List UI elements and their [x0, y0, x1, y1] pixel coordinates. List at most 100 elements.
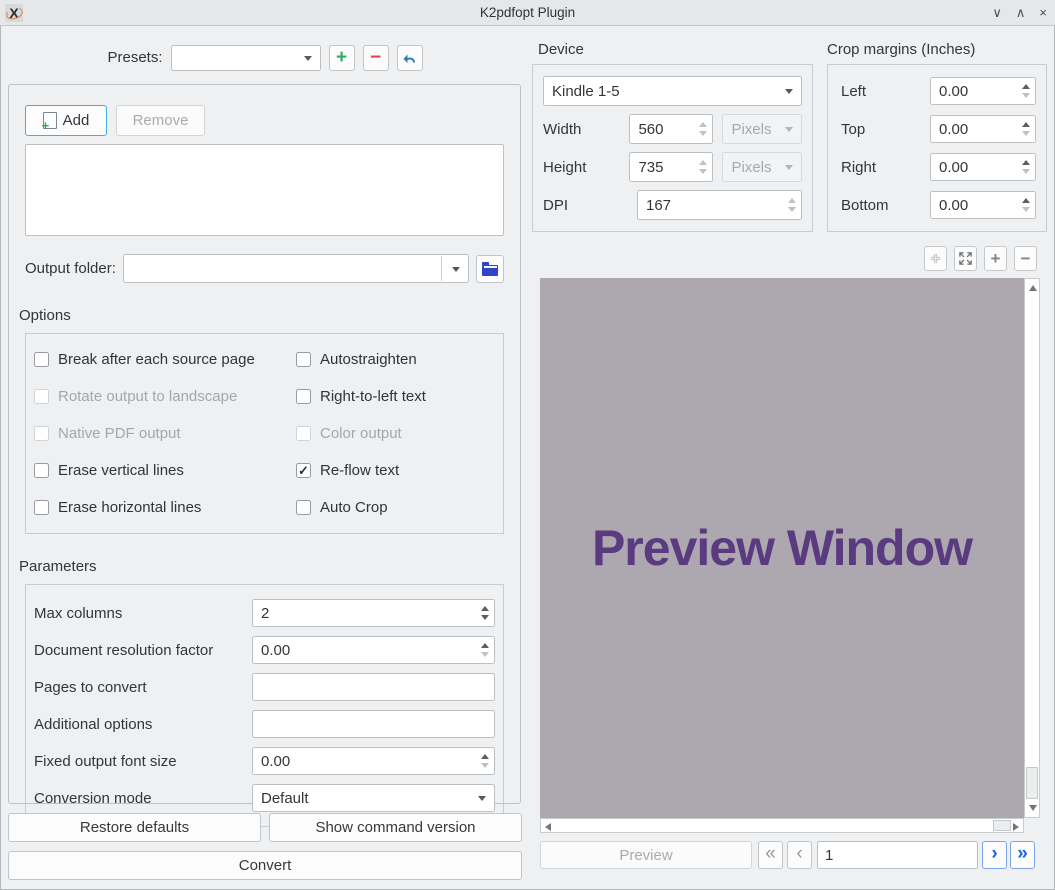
additional-options-input[interactable] — [252, 710, 495, 738]
presets-combobox[interactable] — [170, 44, 321, 71]
crop-bottom-spinbox[interactable] — [930, 191, 1036, 219]
minimize-icon[interactable]: ∨ — [992, 6, 1002, 19]
checkbox-icon[interactable] — [296, 389, 311, 404]
device-model-combobox[interactable]: Kindle 1-5 — [543, 76, 802, 106]
checkbox-autostraighten[interactable]: Autostraighten — [296, 351, 497, 368]
page-number-input[interactable] — [817, 841, 978, 869]
checkbox-right-to-left-text[interactable]: Right-to-left text — [296, 388, 497, 405]
spinner-arrows[interactable] — [1016, 154, 1035, 180]
preview-placeholder-text: Preview Window — [591, 520, 973, 576]
device-model-value: Kindle 1-5 — [552, 82, 620, 100]
next-page-button[interactable]: › — [982, 841, 1007, 869]
spinner-arrows[interactable] — [1016, 78, 1035, 104]
options-group: Break after each source page Autostraigh… — [25, 333, 504, 534]
checkbox-break-after-each-source-page[interactable]: Break after each source page — [34, 351, 296, 368]
preview-horizontal-scrollbar[interactable] — [540, 818, 1024, 833]
checkbox-checked-icon[interactable]: ✓ — [296, 463, 311, 478]
additional-options-label: Additional options — [34, 715, 153, 733]
preset-remove-button[interactable]: − — [362, 44, 389, 71]
checkbox-reflow-text[interactable]: ✓ Re-flow text — [296, 462, 497, 479]
scroll-left-icon[interactable] — [545, 823, 551, 831]
spinner-arrows[interactable] — [475, 748, 494, 774]
pages-to-convert-label: Pages to convert — [34, 678, 147, 696]
restore-defaults-button[interactable]: Restore defaults — [8, 813, 261, 842]
checkbox-icon[interactable] — [296, 352, 311, 367]
add-file-button[interactable]: + Add — [25, 105, 107, 136]
zoom-in-button[interactable]: + — [984, 246, 1007, 271]
undo-icon — [403, 54, 415, 63]
device-height-unit-combobox: Pixels — [722, 152, 802, 182]
checkbox-native-pdf-output: Native PDF output — [34, 425, 296, 442]
device-width-label: Width — [543, 120, 582, 138]
maximize-icon[interactable]: ∧ — [1016, 6, 1026, 19]
preview-vertical-scrollbar[interactable] — [1024, 278, 1040, 818]
checkbox-icon[interactable] — [34, 500, 49, 515]
options-title: Options — [19, 307, 71, 324]
spinner-arrows[interactable] — [1016, 192, 1035, 218]
spinner-arrows[interactable] — [1016, 116, 1035, 142]
fit-to-width-button[interactable] — [954, 246, 977, 271]
minus-icon: − — [1020, 248, 1031, 268]
vertical-scrollbar-thumb[interactable] — [1026, 767, 1038, 799]
close-icon[interactable]: × — [1039, 6, 1047, 19]
chevron-left-icon: ‹ — [796, 842, 803, 864]
spinner-arrows[interactable] — [693, 153, 712, 181]
device-dpi-spinbox[interactable] — [637, 190, 802, 220]
fixed-output-font-size-label: Fixed output font size — [34, 752, 177, 770]
preset-undo-button[interactable] — [396, 44, 423, 71]
preset-add-button[interactable]: + — [328, 44, 355, 71]
device-height-spinbox[interactable] — [629, 152, 714, 182]
crop-right-spinbox[interactable] — [930, 153, 1036, 181]
zoom-out-button[interactable]: − — [1014, 246, 1037, 271]
conversion-mode-value: Default — [261, 789, 309, 807]
parameters-title: Parameters — [19, 558, 97, 575]
checkbox-icon[interactable] — [34, 352, 49, 367]
device-dpi-input[interactable] — [638, 196, 801, 214]
spinner-arrows[interactable] — [693, 115, 712, 143]
presets-label: Presets: — [107, 49, 163, 66]
spinner-arrows[interactable] — [475, 637, 494, 663]
max-columns-spinbox[interactable] — [252, 599, 495, 627]
document-resolution-factor-spinbox[interactable] — [252, 636, 495, 664]
double-chevron-right-icon: » — [1017, 842, 1028, 864]
crop-top-label: Top — [841, 120, 866, 138]
device-width-unit-combobox: Pixels — [722, 114, 802, 144]
browse-folder-button[interactable] — [476, 254, 504, 283]
show-command-version-button[interactable]: Show command version — [269, 813, 522, 842]
checkbox-erase-horizontal-lines[interactable]: Erase horizontal lines — [34, 499, 296, 516]
checkbox-auto-crop[interactable]: Auto Crop — [296, 499, 497, 516]
remove-file-button[interactable]: Remove — [116, 105, 205, 136]
convert-button[interactable]: Convert — [8, 851, 522, 880]
last-page-button[interactable]: » — [1010, 841, 1035, 869]
fixed-output-font-size-spinbox[interactable] — [252, 747, 495, 775]
device-group: Kindle 1-5 Width Pixels Height Pixels — [532, 64, 813, 232]
checkbox-icon[interactable] — [34, 463, 49, 478]
scroll-up-icon[interactable] — [1029, 285, 1037, 291]
pages-to-convert-input[interactable] — [252, 673, 495, 701]
spinner-arrows[interactable] — [475, 600, 494, 626]
previous-page-button[interactable]: ‹ — [787, 841, 812, 869]
crop-left-spinbox[interactable] — [930, 77, 1036, 105]
max-columns-input[interactable] — [253, 604, 494, 622]
conversion-mode-combobox[interactable]: Default — [252, 784, 495, 812]
output-folder-combobox[interactable] — [122, 254, 469, 283]
device-title: Device — [538, 41, 584, 58]
chevron-right-icon: › — [991, 842, 998, 864]
checkbox-erase-vertical-lines[interactable]: Erase vertical lines — [34, 462, 296, 479]
conversion-settings-panel: + Add Remove Output folder: Options Brea… — [8, 84, 521, 827]
checkbox-icon — [34, 426, 49, 441]
preview-button[interactable]: Preview — [540, 841, 752, 869]
crop-top-spinbox[interactable] — [930, 115, 1036, 143]
device-width-spinbox[interactable] — [629, 114, 714, 144]
fixed-output-font-size-input[interactable] — [253, 752, 494, 770]
scroll-right-icon[interactable] — [1013, 823, 1019, 831]
file-list[interactable] — [25, 144, 504, 236]
device-height-label: Height — [543, 158, 587, 176]
horizontal-scrollbar-thumb[interactable] — [993, 820, 1011, 831]
scroll-down-icon[interactable] — [1029, 805, 1037, 811]
checkbox-icon[interactable] — [296, 500, 311, 515]
add-file-label: Add — [62, 112, 90, 129]
document-resolution-factor-input[interactable] — [253, 641, 494, 659]
first-page-button[interactable]: « — [758, 841, 783, 869]
plus-icon: + — [335, 46, 348, 68]
